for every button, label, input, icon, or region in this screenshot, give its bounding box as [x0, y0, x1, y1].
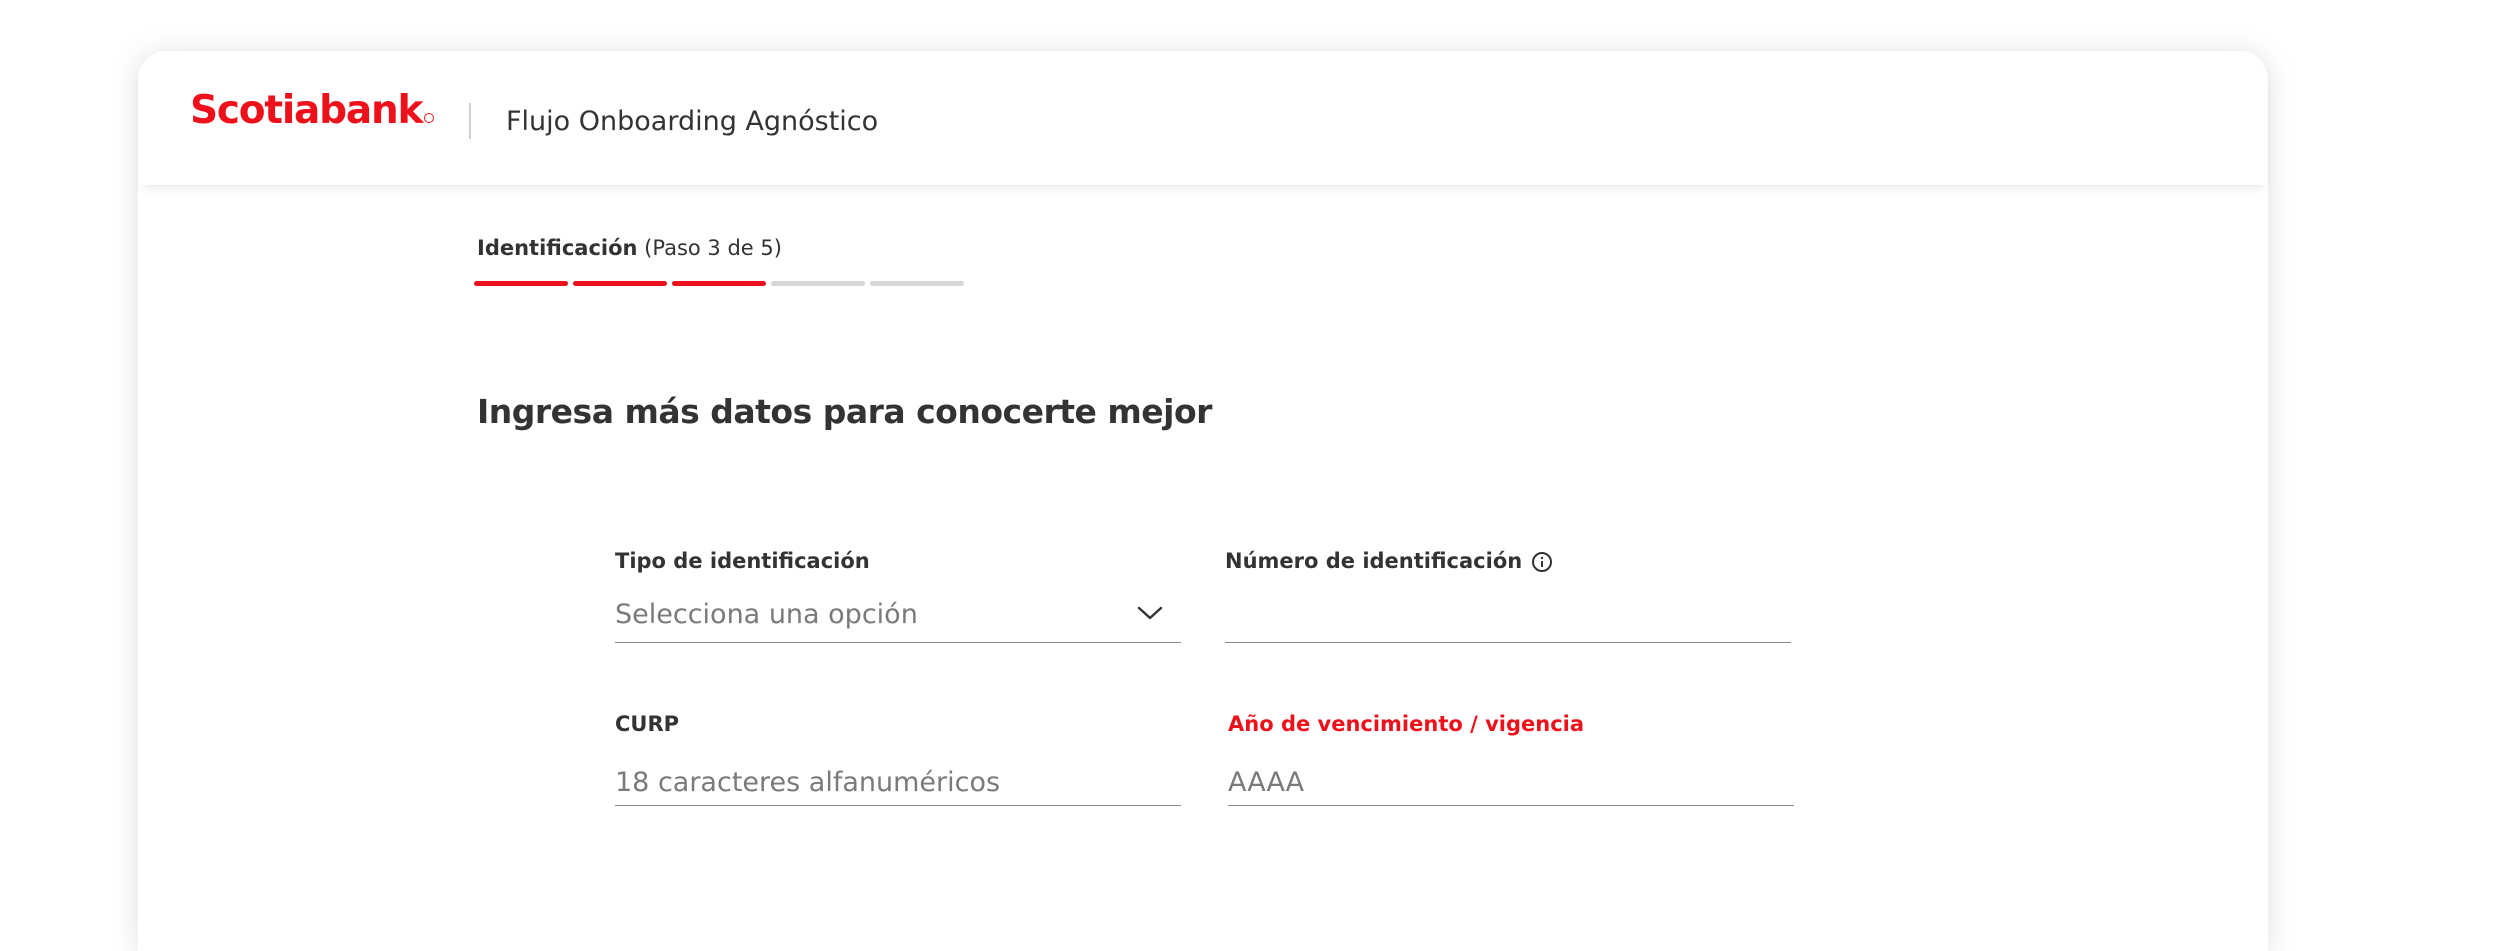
numero-identificacion-label: Número de identificación: [1225, 549, 1791, 575]
logo-registered-icon: [424, 113, 435, 123]
header-divider: [469, 103, 471, 139]
tipo-identificacion-label: Tipo de identificación: [615, 549, 1181, 575]
step-name: Identificación: [477, 236, 638, 260]
progress-segment-1: [474, 281, 568, 286]
anio-vencimiento-label-text: Año de vencimiento / vigencia: [1228, 712, 1585, 737]
anio-vencimiento-label: Año de vencimiento / vigencia: [1228, 712, 1794, 738]
onboarding-card: Scotiabank Flujo Onboarding Agnóstico: [138, 51, 2268, 951]
numero-identificacion-input[interactable]: [1225, 597, 1791, 643]
numero-identificacion-field: Número de identificación: [1225, 549, 1791, 643]
progress-segment-2: [573, 281, 667, 286]
tipo-identificacion-selected-value: Selecciona una opción: [615, 599, 918, 630]
info-icon[interactable]: [1532, 552, 1553, 572]
chevron-down-icon: [1137, 606, 1163, 620]
scotiabank-logo[interactable]: Scotiabank: [190, 88, 435, 133]
tipo-identificacion-select[interactable]: Selecciona una opción: [615, 597, 1181, 643]
logo-text: Scotiabank: [190, 88, 423, 133]
step-indicator-label: Identificación (Paso 3 de 5): [477, 236, 782, 261]
numero-identificacion-label-text: Número de identificación: [1225, 549, 1523, 574]
form-title: Ingresa más datos para conocerte mejor: [477, 392, 1212, 431]
progress-segment-3: [672, 281, 766, 286]
tipo-identificacion-label-text: Tipo de identificación: [615, 549, 870, 574]
tipo-identificacion-field: Tipo de identificación Selecciona una op…: [615, 549, 1181, 643]
curp-label: CURP: [615, 712, 1181, 738]
step-progress-bar: [474, 281, 964, 286]
header-subtitle: Flujo Onboarding Agnóstico: [506, 106, 879, 137]
curp-input[interactable]: [615, 760, 1181, 806]
anio-vencimiento-input[interactable]: [1228, 760, 1794, 806]
step-detail: (Paso 3 de 5): [644, 236, 782, 260]
app-header: Scotiabank Flujo Onboarding Agnóstico: [138, 51, 2268, 185]
curp-label-text: CURP: [615, 712, 680, 737]
anio-vencimiento-field: Año de vencimiento / vigencia: [1228, 712, 1794, 806]
progress-segment-5: [870, 281, 964, 286]
progress-segment-4: [771, 281, 865, 286]
curp-field: CURP: [615, 712, 1181, 806]
